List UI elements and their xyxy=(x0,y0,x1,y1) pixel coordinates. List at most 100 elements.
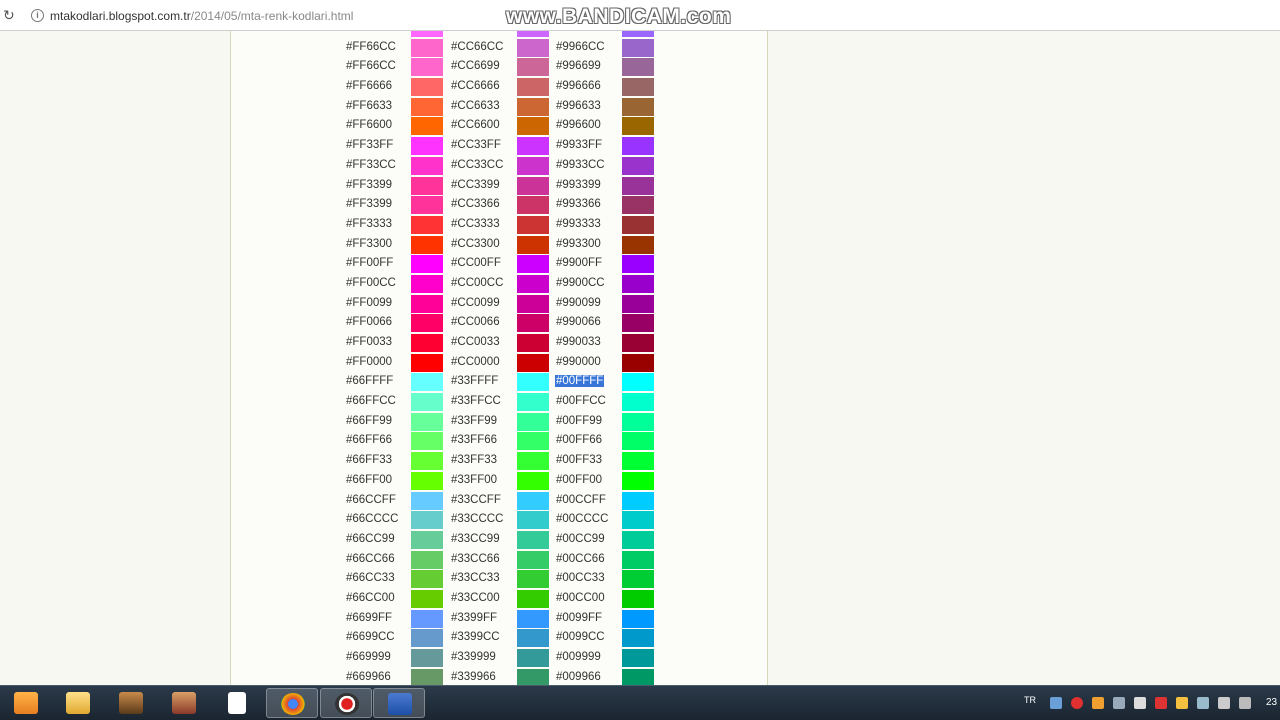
color-code-label[interactable]: #00CC99 xyxy=(556,533,605,545)
color-code-label[interactable]: #FF6600 xyxy=(346,119,392,131)
color-code-label[interactable]: #CC3333 xyxy=(451,218,500,230)
color-code-label[interactable]: #339966 xyxy=(451,671,496,683)
taskbar-file-explorer-button[interactable] xyxy=(52,688,104,718)
color-code-label[interactable]: #FF0066 xyxy=(346,316,392,328)
color-code-label[interactable]: #66FF66 xyxy=(346,434,392,446)
color-code-label[interactable]: #993300 xyxy=(556,238,601,250)
taskbar-media-player-button[interactable] xyxy=(0,688,52,718)
network-signal-icon[interactable] xyxy=(1239,697,1251,709)
color-code-label[interactable]: #33CC66 xyxy=(451,553,500,565)
color-code-label[interactable]: #FF0099 xyxy=(346,297,392,309)
color-code-label[interactable]: #00FF33 xyxy=(556,454,602,466)
color-code-label[interactable]: #9966CC xyxy=(556,41,605,53)
taskbar-game-1-button[interactable] xyxy=(105,688,157,718)
color-code-label[interactable]: #33CCFF xyxy=(451,494,501,506)
volume-tray-icon[interactable] xyxy=(1218,697,1230,709)
taskbar-game-2-button[interactable] xyxy=(158,688,210,718)
color-code-label[interactable]: #FF3300 xyxy=(346,238,392,250)
color-code-label[interactable]: #669999 xyxy=(346,651,391,663)
color-code-label[interactable]: #00FFFF xyxy=(555,375,605,388)
color-code-label[interactable]: #FF66CC xyxy=(346,60,396,72)
color-code-label[interactable]: #FF3399 xyxy=(346,198,392,210)
network-tray-icon[interactable] xyxy=(1050,697,1062,709)
color-code-label[interactable]: #33FF00 xyxy=(451,474,497,486)
color-code-label[interactable]: #FF66FF xyxy=(346,31,393,33)
color-code-label[interactable]: #CC6666 xyxy=(451,80,500,92)
color-code-label[interactable]: #33FF33 xyxy=(451,454,497,466)
app-tray-icon[interactable] xyxy=(1092,697,1104,709)
color-code-label[interactable]: #33CC99 xyxy=(451,533,500,545)
clock[interactable]: 23 xyxy=(1266,697,1277,708)
color-code-label[interactable]: #339999 xyxy=(451,651,496,663)
color-code-label[interactable]: #66CC66 xyxy=(346,553,395,565)
color-code-label[interactable]: #FF3333 xyxy=(346,218,392,230)
color-code-label[interactable]: #CC00FF xyxy=(451,257,501,269)
color-code-label[interactable]: #990099 xyxy=(556,297,601,309)
taskbar-chrome-button[interactable] xyxy=(266,688,318,718)
color-code-label[interactable]: #33FF66 xyxy=(451,434,497,446)
color-code-label[interactable]: #6699CC xyxy=(346,631,395,643)
color-code-label[interactable]: #CC0000 xyxy=(451,356,500,368)
app-tray-icon[interactable] xyxy=(1113,697,1125,709)
color-code-label[interactable]: #33CCCC xyxy=(451,513,503,525)
taskbar-recorder-button[interactable] xyxy=(320,688,372,718)
app-tray-icon[interactable] xyxy=(1176,697,1188,709)
color-code-label[interactable]: #00FF66 xyxy=(556,434,602,446)
color-code-label[interactable]: #66FFCC xyxy=(346,395,396,407)
color-code-label[interactable]: #3399FF xyxy=(451,612,497,624)
color-code-label[interactable]: #9933FF xyxy=(556,139,602,151)
color-code-label[interactable]: #CC6633 xyxy=(451,100,500,112)
color-code-label[interactable]: #CC33CC xyxy=(451,159,503,171)
color-code-label[interactable]: #CC6699 xyxy=(451,60,500,72)
color-code-label[interactable]: #6699FF xyxy=(346,612,392,624)
color-code-label[interactable]: #996666 xyxy=(556,80,601,92)
color-code-label[interactable]: #990000 xyxy=(556,356,601,368)
color-code-label[interactable]: #00CCCC xyxy=(556,513,608,525)
color-code-label[interactable]: #FF6633 xyxy=(346,100,392,112)
color-code-label[interactable]: #33FF99 xyxy=(451,415,497,427)
color-code-label[interactable]: #9900CC xyxy=(556,277,605,289)
color-code-label[interactable]: #0099FF xyxy=(556,612,602,624)
color-code-label[interactable]: #00FF00 xyxy=(556,474,602,486)
color-code-label[interactable]: #FF00CC xyxy=(346,277,396,289)
color-code-label[interactable]: #66FF99 xyxy=(346,415,392,427)
site-info-icon[interactable]: i xyxy=(31,9,44,22)
color-code-label[interactable]: #FF66CC xyxy=(346,41,396,53)
color-code-label[interactable]: #66CCFF xyxy=(346,494,396,506)
color-code-label[interactable]: #33FFCC xyxy=(451,395,501,407)
color-code-label[interactable]: #CC3366 xyxy=(451,198,500,210)
color-code-label[interactable]: #66FF00 xyxy=(346,474,392,486)
recorder-tray-icon[interactable] xyxy=(1071,697,1083,709)
color-code-label[interactable]: #66CC99 xyxy=(346,533,395,545)
color-code-label[interactable]: #CC3399 xyxy=(451,179,500,191)
reload-icon[interactable]: ↻ xyxy=(3,8,17,22)
color-code-label[interactable]: #CC00CC xyxy=(451,277,503,289)
color-code-label[interactable]: #FF3399 xyxy=(346,179,392,191)
color-code-label[interactable]: #CC3300 xyxy=(451,238,500,250)
color-code-label[interactable]: #66FFFF xyxy=(346,375,393,387)
color-code-label[interactable]: #CC66CC xyxy=(451,41,503,53)
color-code-label[interactable]: #9900FF xyxy=(556,257,602,269)
color-code-label[interactable]: #00CC33 xyxy=(556,572,605,584)
color-code-label[interactable]: #FF33CC xyxy=(346,159,396,171)
color-code-label[interactable]: #CC6600 xyxy=(451,119,500,131)
taskbar-document-button[interactable] xyxy=(211,688,263,718)
color-code-label[interactable]: #FF0033 xyxy=(346,336,392,348)
color-code-label[interactable]: #669966 xyxy=(346,671,391,683)
color-code-label[interactable]: #996633 xyxy=(556,100,601,112)
color-code-label[interactable]: #00FF99 xyxy=(556,415,602,427)
color-code-label[interactable]: #990066 xyxy=(556,316,601,328)
color-code-label[interactable]: #66CC00 xyxy=(346,592,395,604)
color-code-label[interactable]: #9966FF xyxy=(556,31,602,33)
color-code-label[interactable]: #33CC00 xyxy=(451,592,500,604)
color-code-label[interactable]: #00CC66 xyxy=(556,553,605,565)
shield-tray-icon[interactable] xyxy=(1155,697,1167,709)
color-code-label[interactable]: #00FFCC xyxy=(556,395,606,407)
color-code-label[interactable]: #00CC00 xyxy=(556,592,605,604)
color-code-label[interactable]: #CC33FF xyxy=(451,139,501,151)
color-code-label[interactable]: #33CC33 xyxy=(451,572,500,584)
color-code-label[interactable]: #00CCFF xyxy=(556,494,606,506)
color-code-label[interactable]: #66CCCC xyxy=(346,513,398,525)
color-code-label[interactable]: #9933CC xyxy=(556,159,605,171)
color-code-label[interactable]: #CC66FF xyxy=(451,31,501,33)
